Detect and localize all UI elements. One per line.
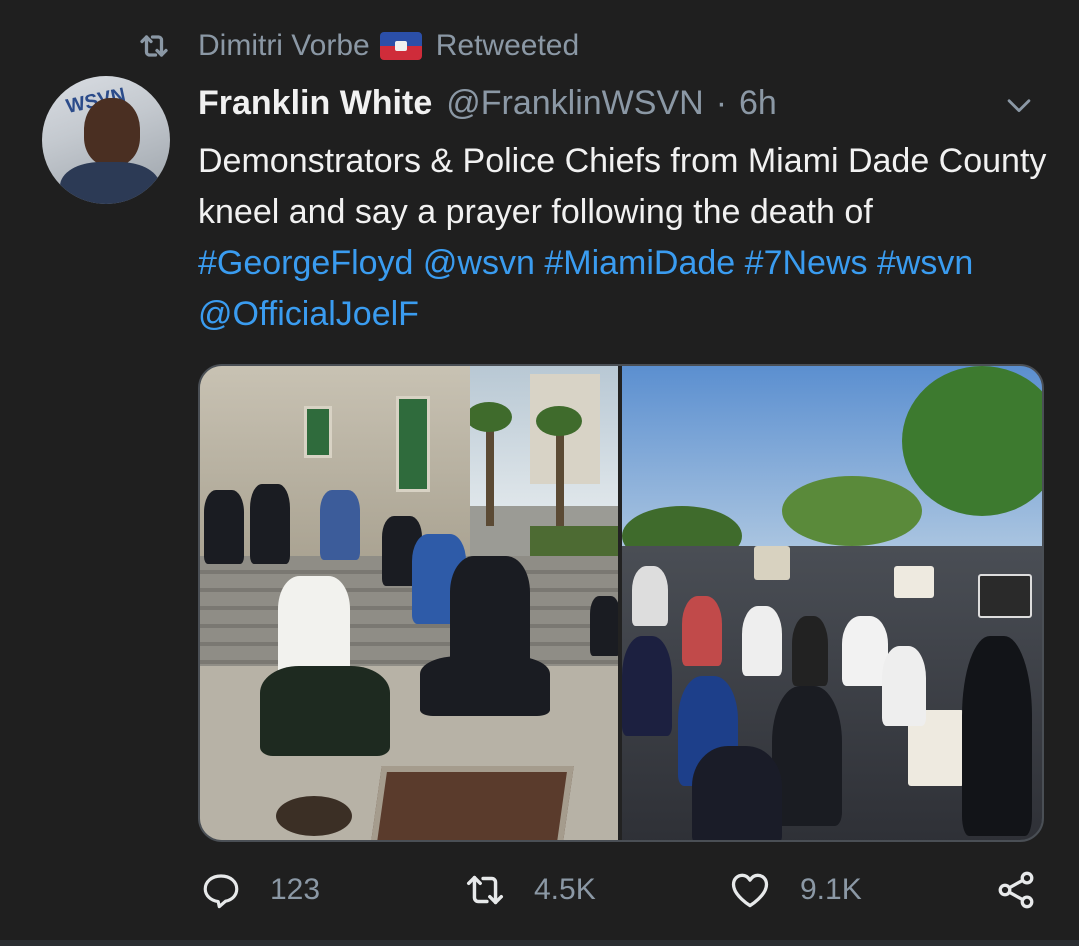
hashtag-7news[interactable]: #7News: [745, 244, 868, 282]
tweet-media: [198, 364, 1044, 842]
haiti-flag-icon: [379, 32, 422, 60]
share-icon: [994, 868, 1038, 912]
mention-wsvn[interactable]: @wsvn: [423, 244, 535, 282]
hashtag-miamidade[interactable]: #MiamiDade: [544, 244, 735, 282]
reply-button[interactable]: 123: [200, 860, 320, 920]
retweet-icon: [462, 867, 508, 913]
tweet-text-plain: Demonstrators & Police Chiefs from Miami…: [198, 142, 1047, 231]
reply-icon: [200, 869, 242, 911]
retweet-context: Dimitri Vorbe Retweeted: [136, 24, 579, 68]
retweet-count: 4.5K: [534, 873, 596, 906]
retweeted-label: Retweeted: [435, 29, 580, 62]
retweeter-name[interactable]: Dimitri Vorbe: [198, 29, 370, 63]
hashtag-georgefloyd[interactable]: #GeorgeFloyd: [198, 244, 413, 282]
retweet-icon: [136, 28, 172, 64]
like-count: 9.1K: [800, 873, 862, 906]
hashtag-wsvn[interactable]: #wsvn: [877, 244, 973, 282]
reply-count: 123: [270, 873, 321, 906]
author-handle[interactable]: @FranklinWSVN: [446, 84, 703, 123]
mention-officialjoelf[interactable]: @OfficialJoelF: [198, 295, 419, 333]
share-button[interactable]: [994, 860, 1038, 920]
photo-demonstrators-kneeling[interactable]: [622, 366, 1042, 840]
heart-icon: [728, 868, 772, 912]
separator-dot: ·: [715, 83, 728, 122]
tweet-header: Franklin White @FranklinWSVN · 6h: [198, 80, 777, 126]
tweet-text: Demonstrators & Police Chiefs from Miami…: [198, 136, 1048, 340]
tweet-timestamp[interactable]: 6h: [739, 84, 777, 123]
chevron-down-icon[interactable]: [1002, 88, 1036, 122]
retweet-button[interactable]: 4.5K: [462, 860, 596, 920]
divider: [0, 940, 1079, 946]
author-name[interactable]: Franklin White: [198, 84, 432, 123]
photo-police-kneeling[interactable]: [200, 366, 618, 840]
tweet-actions: 123 4.5K 9.1K: [0, 860, 1079, 920]
author-avatar[interactable]: WSVN: [42, 76, 170, 204]
like-button[interactable]: 9.1K: [728, 860, 862, 920]
